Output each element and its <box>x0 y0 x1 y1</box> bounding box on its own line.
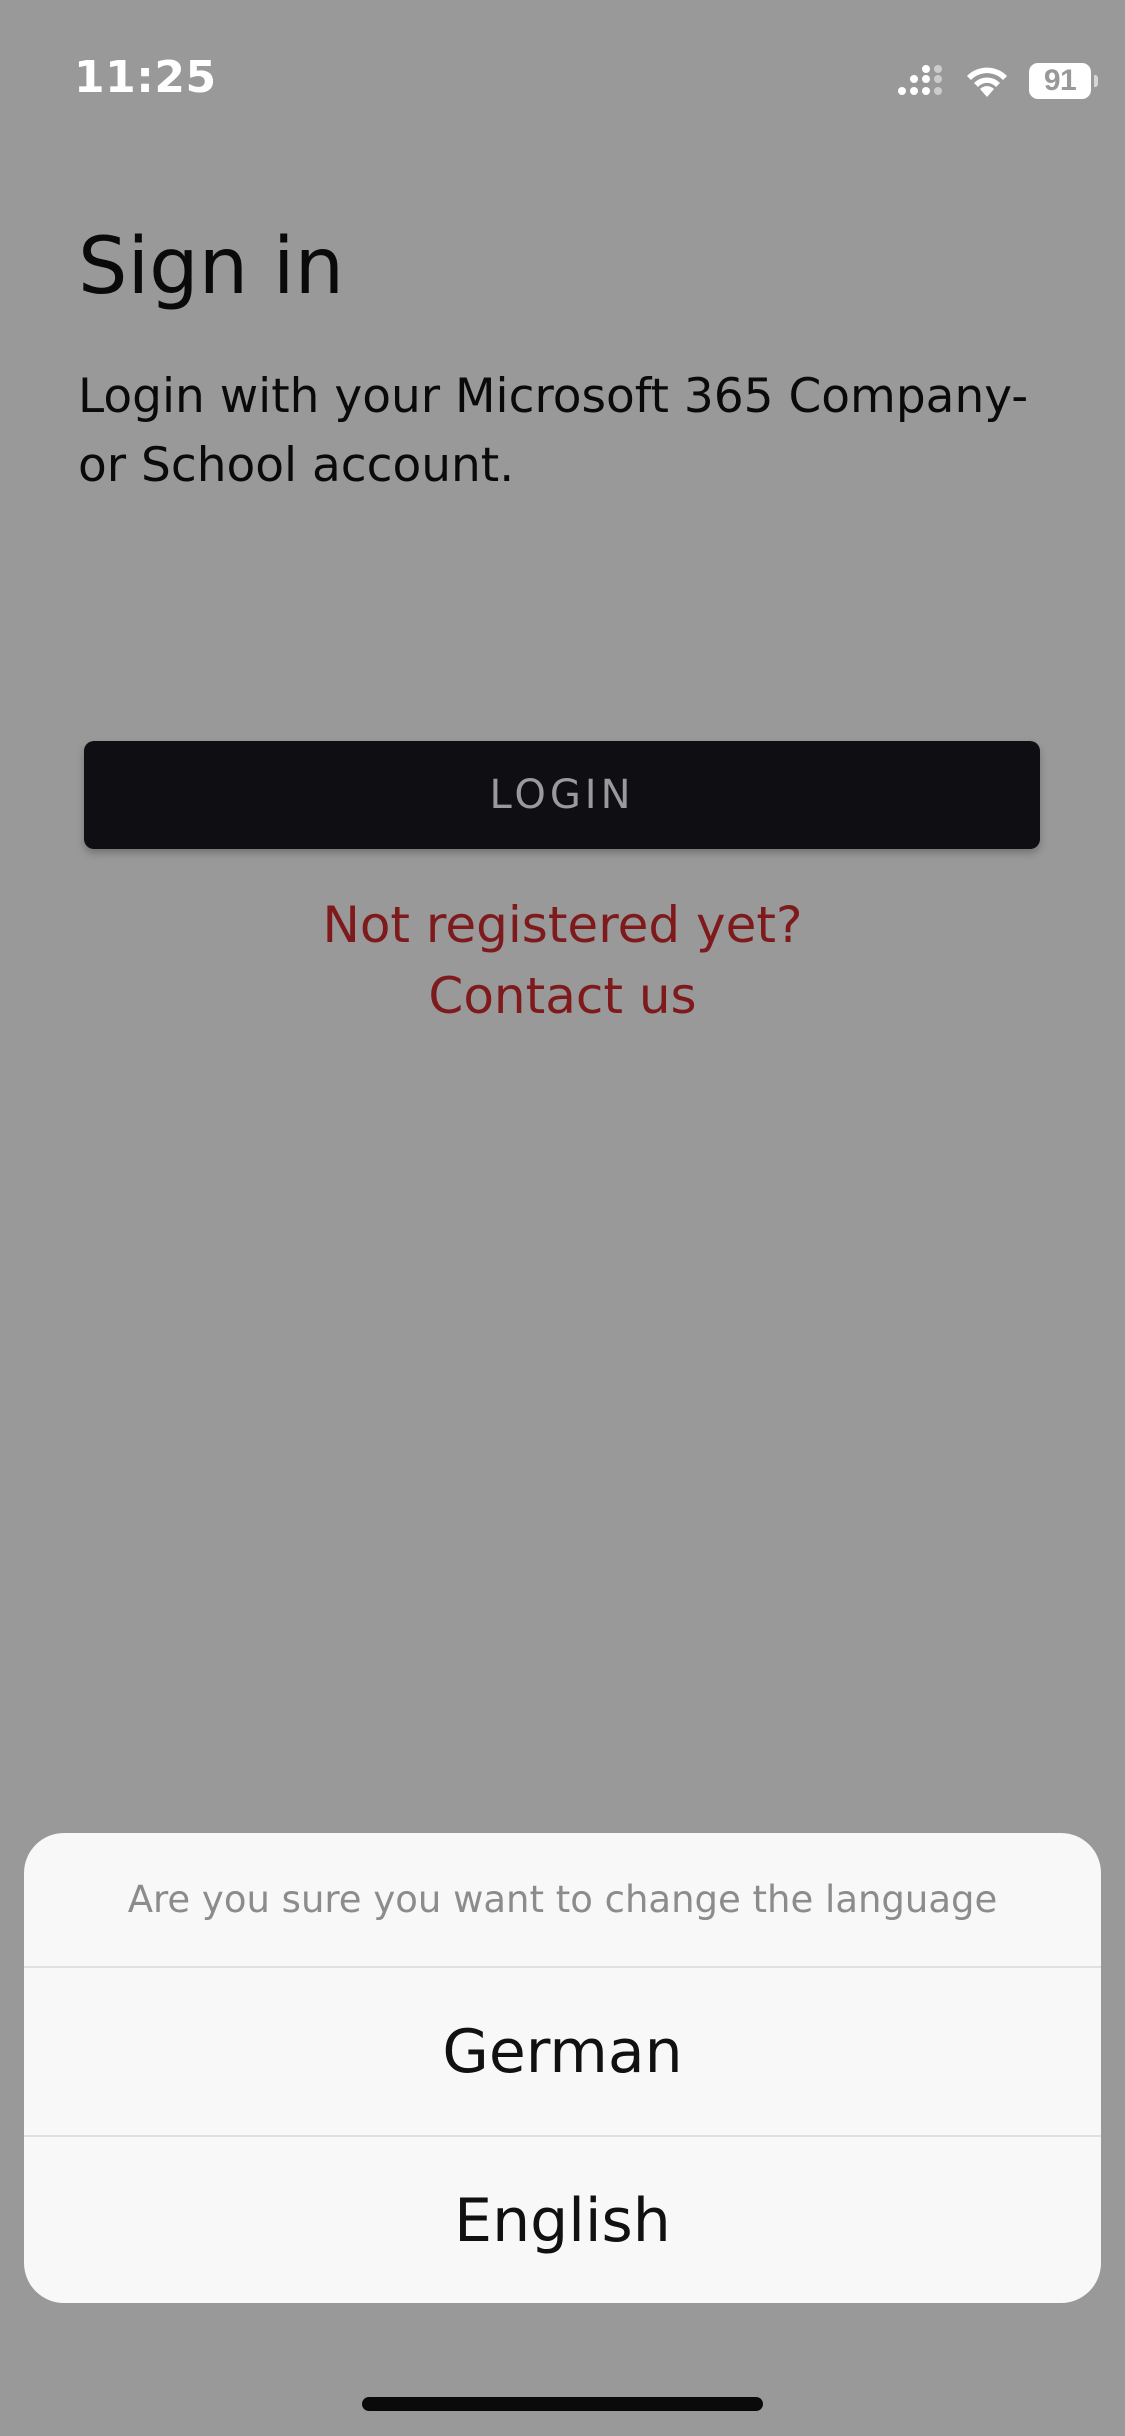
battery-cap <box>1094 75 1098 87</box>
action-sheet-message: Are you sure you want to change the lang… <box>24 1833 1101 1968</box>
language-action-sheet: Are you sure you want to change the lang… <box>24 1833 1101 2303</box>
page-subtitle: Login with your Microsoft 365 Company- o… <box>78 369 1029 493</box>
home-indicator[interactable] <box>362 2397 763 2411</box>
signal-icon <box>898 65 942 95</box>
login-button[interactable]: LOGIN <box>84 741 1040 849</box>
contact-us-link[interactable]: Contact us <box>0 967 1125 1025</box>
screen: 11:25 91 Sign in Login with your Microso… <box>0 0 1125 2436</box>
battery-level: 91 <box>1043 64 1077 97</box>
not-registered-link[interactable]: Not registered yet? <box>0 896 1125 954</box>
battery-icon: 91 <box>1029 63 1098 99</box>
wifi-icon <box>967 67 1007 97</box>
status-time: 11:25 <box>74 52 217 103</box>
page-title: Sign in <box>78 222 345 312</box>
status-icons: 91 <box>897 60 1098 102</box>
german-option[interactable]: German <box>24 1968 1101 2137</box>
english-option[interactable]: English <box>24 2137 1101 2303</box>
